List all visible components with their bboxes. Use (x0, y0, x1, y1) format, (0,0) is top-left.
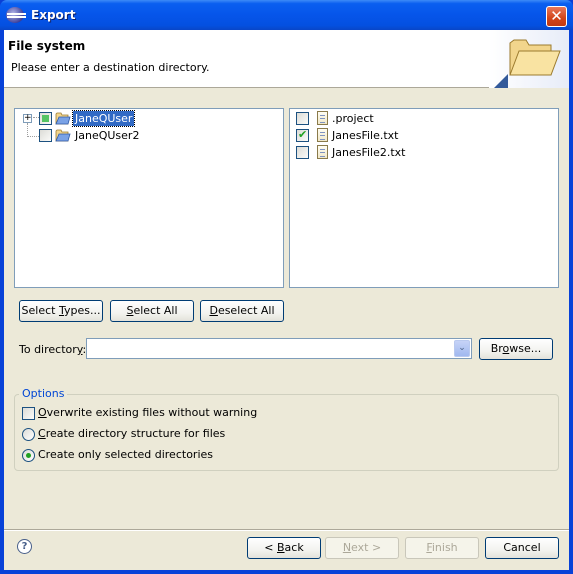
file-item[interactable]: JanesFile.txt (290, 127, 558, 144)
option-text: verwrite existing files without warning (46, 406, 258, 419)
mnemonic: D (209, 304, 218, 317)
overwrite-label[interactable]: Overwrite existing files without warning (38, 406, 257, 419)
button-label: eselect All (217, 304, 275, 317)
tree-item-label[interactable]: JaneQUser2 (73, 128, 141, 143)
create-selected-label[interactable]: Create only selected directories (38, 448, 213, 461)
tree-item-label[interactable]: JaneQUser (71, 110, 136, 127)
title-bar[interactable]: Export ✕ (0, 0, 573, 30)
close-button[interactable]: ✕ (546, 6, 567, 27)
mnemonic: N (342, 541, 352, 554)
to-directory-label: To directory: (19, 343, 86, 356)
create-selected-radio[interactable] (22, 449, 35, 462)
file-list[interactable]: .project JanesFile.txt JanesFile2.txt (289, 108, 559, 288)
file-item-label[interactable]: JanesFile2.txt (330, 145, 408, 160)
file-item-checkbox[interactable] (296, 112, 309, 125)
open-folder-icon (55, 112, 71, 125)
page-title: File system (8, 39, 86, 53)
finish-button[interactable]: Finish (405, 537, 479, 559)
file-item-checkbox[interactable] (296, 146, 309, 159)
page-message: Please enter a destination directory. (11, 61, 210, 74)
help-icon: ? (21, 541, 28, 552)
browse-button[interactable]: Browse... (479, 338, 553, 360)
tree-item-checkbox[interactable] (39, 112, 52, 125)
open-folder-icon (55, 129, 71, 142)
next-button[interactable]: Next > (325, 537, 399, 559)
tree-item-checkbox[interactable] (39, 129, 52, 142)
to-directory-combo[interactable]: ⌄ (86, 338, 472, 359)
folder-tree[interactable]: + JaneQUser JaneQUser2 (14, 108, 284, 288)
text-file-icon (317, 145, 328, 159)
cancel-button[interactable]: Cancel (485, 537, 559, 559)
mnemonic: O (38, 406, 47, 419)
button-label: Cancel (503, 541, 541, 554)
chevron-down-icon: ⌄ (458, 343, 466, 353)
combo-dropdown-button[interactable]: ⌄ (454, 340, 470, 357)
button-label: Br (490, 342, 503, 355)
banner-corner-marker (494, 74, 508, 88)
text-file-icon (317, 128, 328, 142)
eclipse-icon (6, 7, 26, 23)
mnemonic: B (277, 541, 285, 554)
overwrite-checkbox[interactable] (22, 407, 35, 420)
wizard-banner: File system Please enter a destination d… (4, 30, 569, 88)
button-label: ext > (351, 541, 382, 554)
button-label: wse... (509, 342, 542, 355)
expand-icon[interactable]: + (23, 114, 32, 123)
option-text: reate directory structure for files (45, 427, 226, 440)
back-button[interactable]: < Back (247, 537, 321, 559)
button-label: < (264, 541, 277, 554)
select-all-button[interactable]: Select All (110, 300, 194, 322)
deselect-all-button[interactable]: Deselect All (200, 300, 284, 322)
options-group: Options Overwrite existing files without… (14, 387, 559, 471)
tree-item[interactable]: JaneQUser2 (15, 127, 283, 144)
file-item[interactable]: .project (290, 110, 558, 127)
mnemonic: C (38, 427, 46, 440)
label-text: To director (19, 343, 77, 356)
file-item-label[interactable]: JanesFile.txt (330, 128, 401, 143)
button-label: inish (431, 541, 458, 554)
create-structure-radio[interactable] (22, 428, 35, 441)
button-label: ypes... (63, 304, 101, 317)
file-item-label[interactable]: .project (330, 111, 376, 126)
text-file-icon (317, 111, 328, 125)
close-icon: ✕ (550, 7, 563, 25)
options-title: Options (19, 387, 68, 400)
open-folder-icon (509, 39, 561, 76)
file-item[interactable]: JanesFile2.txt (290, 144, 558, 161)
footer-separator (4, 529, 569, 531)
button-label: ack (284, 541, 304, 554)
button-label: elect All (133, 304, 178, 317)
file-item-checkbox[interactable] (296, 128, 309, 142)
window-title: Export (31, 8, 76, 22)
help-button[interactable]: ? (17, 539, 32, 554)
dialog-client: File system Please enter a destination d… (4, 30, 569, 570)
to-directory-input[interactable] (87, 339, 453, 358)
create-structure-label[interactable]: Create directory structure for files (38, 427, 225, 440)
export-dialog: Export ✕ File system Please enter a dest… (0, 0, 573, 574)
select-types-button[interactable]: Select Types... (19, 300, 103, 322)
tree-item[interactable]: + JaneQUser (15, 110, 283, 127)
button-label: Select (21, 304, 59, 317)
